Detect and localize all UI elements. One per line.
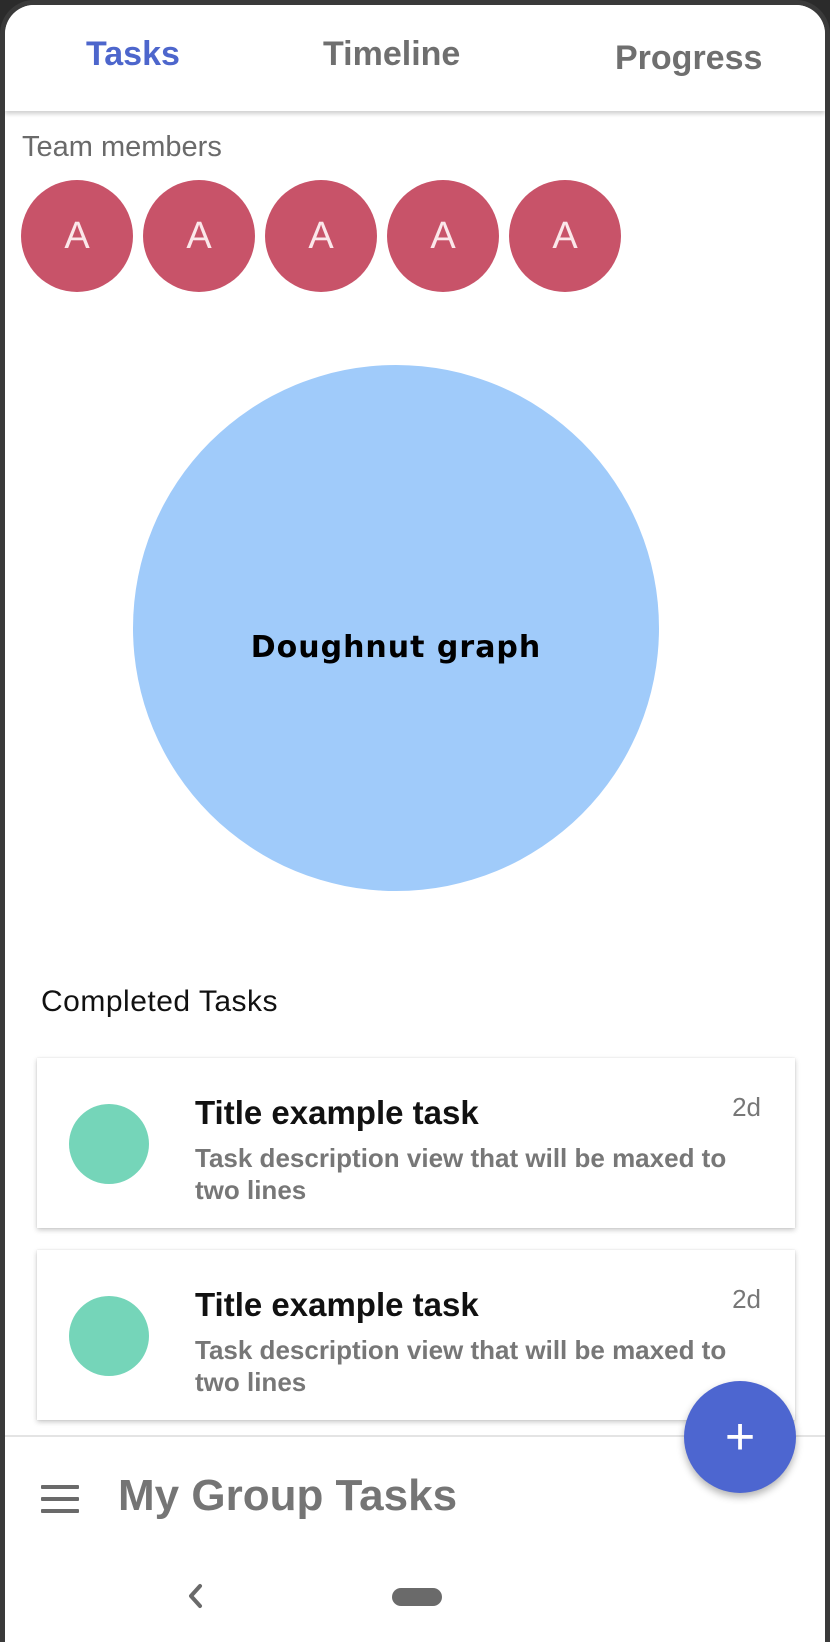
phone-screen: Tasks Timeline Progress Team members A A… <box>0 0 830 1642</box>
task-card[interactable]: Title example task Task description view… <box>37 1058 795 1228</box>
avatar[interactable]: A <box>387 180 499 292</box>
task-title: Title example task <box>195 1286 479 1323</box>
doughnut-graph-placeholder: Doughnut graph <box>133 365 659 891</box>
task-card[interactable]: Title example task Task description view… <box>37 1250 795 1420</box>
avatar[interactable]: A <box>21 180 133 292</box>
task-description: Task description view that will be maxed… <box>195 1143 727 1205</box>
tab-timeline[interactable]: Timeline <box>323 35 460 74</box>
back-icon[interactable] <box>181 1581 211 1611</box>
home-pill-icon[interactable] <box>392 1588 442 1606</box>
avatar[interactable]: A <box>143 180 255 292</box>
task-description: Task description view that will be maxed… <box>195 1335 727 1397</box>
task-status-dot <box>69 1296 149 1376</box>
tab-progress[interactable]: Progress <box>615 39 762 78</box>
task-time: 2d <box>732 1092 761 1122</box>
task-status-dot <box>69 1104 149 1184</box>
tab-bar: Tasks Timeline Progress <box>5 5 825 111</box>
menu-icon[interactable] <box>41 1485 79 1513</box>
app-title: My Group Tasks <box>118 1471 458 1520</box>
team-members-label: Team members <box>22 131 222 163</box>
task-title: Title example task <box>195 1094 479 1131</box>
system-navigation-bar <box>5 1547 825 1642</box>
completed-tasks-heading: Completed Tasks <box>41 985 279 1018</box>
avatar[interactable]: A <box>509 180 621 292</box>
doughnut-graph-label: Doughnut graph <box>250 629 542 665</box>
task-time: 2d <box>732 1284 761 1314</box>
avatar[interactable]: A <box>265 180 377 292</box>
tab-tasks[interactable]: Tasks <box>86 35 180 74</box>
add-task-button[interactable]: + <box>684 1381 796 1493</box>
